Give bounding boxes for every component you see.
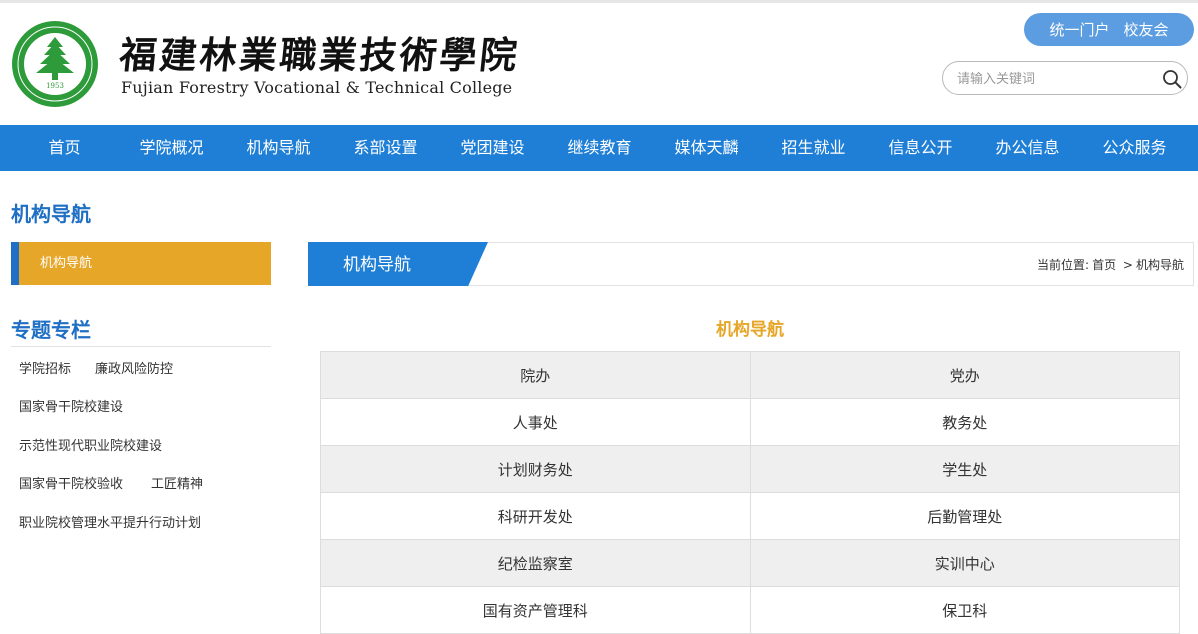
college-name-cn: 福建林業職業技術學院 [117,33,522,77]
search-icon[interactable] [1162,69,1182,89]
content-header-bar: 机构导航 当前位置: 首页 > 机构导航 [308,242,1194,286]
nav-continuing[interactable]: 继续教育 [546,125,653,171]
breadcrumb-home[interactable]: 首页 [1092,258,1116,272]
site-header: 1953 福建林業職業技術學院 Fujian Forestry Vocation… [0,3,1198,125]
main-nav: 首页 学院概况 机构导航 系部设置 党团建设 继续教育 媒体天麟 招生就业 信息… [0,125,1198,171]
special-link-bidding[interactable]: 学院招标 [19,358,71,377]
logo-year: 1953 [46,82,64,90]
portal-links: 统一门户 校友会 [1024,13,1194,46]
sidebar-divider [11,346,271,347]
special-link-management[interactable]: 职业院校管理水平提升行动计划 [19,512,201,531]
org-cell[interactable]: 党办 [749,351,1180,399]
nav-home[interactable]: 首页 [11,125,118,171]
table-row: 纪检监察室 实训中心 [320,539,1180,587]
search-input[interactable] [955,68,1149,90]
college-name-en: Fujian Forestry Vocational & Technical C… [121,78,513,97]
nav-media[interactable]: 媒体天麟 [653,125,760,171]
college-logo-emblem: 1953 [12,21,98,107]
org-cell[interactable]: 后勤管理处 [749,492,1180,540]
breadcrumb: 当前位置: 首页 > 机构导航 [1037,243,1187,287]
breadcrumb-prefix: 当前位置: [1037,258,1090,272]
search-box [942,61,1188,95]
nav-admission[interactable]: 招生就业 [760,125,867,171]
special-link-craftsman[interactable]: 工匠精神 [151,473,203,492]
breadcrumb-separator: > [1122,258,1133,272]
special-link-demo[interactable]: 示范性现代职业院校建设 [19,435,162,454]
org-cell[interactable]: 实训中心 [749,539,1180,587]
nav-office[interactable]: 办公信息 [974,125,1081,171]
table-row: 科研开发处 后勤管理处 [320,492,1180,540]
table-row: 院办 党办 [320,351,1180,399]
nav-info-public[interactable]: 信息公开 [867,125,974,171]
org-cell[interactable]: 保卫科 [749,586,1180,634]
special-column-title: 专题专栏 [11,318,91,342]
special-link-integrity[interactable]: 廉政风险防控 [95,358,173,377]
nav-departments[interactable]: 系部设置 [332,125,439,171]
nav-party[interactable]: 党团建设 [439,125,546,171]
college-logo[interactable]: 1953 [11,20,99,108]
content-tab-label: 机构导航 [343,255,411,275]
org-cell[interactable]: 计划财务处 [320,445,751,493]
org-cell[interactable]: 教务处 [749,398,1180,446]
sidebar-item-org[interactable]: 机构导航 [11,242,271,285]
table-row: 国有资产管理科 保卫科 [320,586,1180,634]
special-link-acceptance[interactable]: 国家骨干院校验收 [19,473,123,492]
breadcrumb-current[interactable]: 机构导航 [1136,258,1184,272]
nav-org[interactable]: 机构导航 [225,125,332,171]
alumni-link[interactable]: 校友会 [1124,19,1169,40]
special-link-backbone[interactable]: 国家骨干院校建设 [19,396,123,415]
org-cell[interactable]: 科研开发处 [320,492,751,540]
table-row: 计划财务处 学生处 [320,445,1180,493]
org-cell[interactable]: 纪检监察室 [320,539,751,587]
org-cell[interactable]: 人事处 [320,398,751,446]
table-row: 人事处 教务处 [320,398,1180,446]
nav-about[interactable]: 学院概况 [118,125,225,171]
unified-portal-link[interactable]: 统一门户 [1049,19,1109,40]
sidebar-section-title: 机构导航 [11,202,91,226]
org-cell[interactable]: 国有资产管理科 [320,586,751,634]
org-table: 院办 党办 人事处 教务处 计划财务处 学生处 科研开发处 后勤管理处 纪检监察… [320,351,1180,634]
nav-public[interactable]: 公众服务 [1081,125,1188,171]
org-cell[interactable]: 学生处 [749,445,1180,493]
content-title: 机构导航 [716,320,784,340]
org-cell[interactable]: 院办 [320,351,751,399]
